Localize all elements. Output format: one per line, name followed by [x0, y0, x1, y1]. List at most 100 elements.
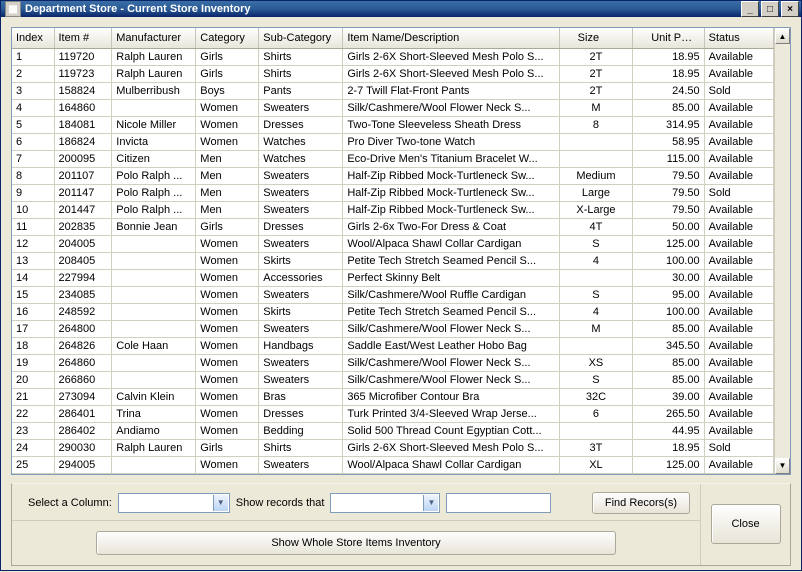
- cell[interactable]: 23: [12, 422, 54, 439]
- cell[interactable]: 200095: [54, 150, 112, 167]
- cell[interactable]: 208405: [54, 252, 112, 269]
- cell[interactable]: Available: [704, 286, 773, 303]
- cell[interactable]: S: [559, 286, 633, 303]
- cell[interactable]: Girls: [196, 439, 259, 456]
- scroll-up-button[interactable]: ▲: [775, 28, 790, 44]
- cell[interactable]: 201107: [54, 167, 112, 184]
- table-row[interactable]: 24290030Ralph LaurenGirlsShirtsGirls 2-6…: [12, 439, 774, 456]
- cell[interactable]: X-Large: [559, 201, 633, 218]
- cell[interactable]: 2: [12, 65, 54, 82]
- cell[interactable]: Men: [196, 167, 259, 184]
- cell[interactable]: Women: [196, 422, 259, 439]
- cell[interactable]: Women: [196, 371, 259, 388]
- cell[interactable]: Shirts: [259, 65, 343, 82]
- cell[interactable]: Girls 2-6X Short-Sleeved Mesh Polo S...: [343, 48, 559, 65]
- cell[interactable]: 25: [12, 456, 54, 473]
- cell[interactable]: Women: [196, 303, 259, 320]
- cell[interactable]: 100.00: [633, 252, 704, 269]
- table-row[interactable]: 19264860WomenSweatersSilk/Cashmere/Wool …: [12, 354, 774, 371]
- col-header-itemno[interactable]: Item #: [54, 28, 112, 48]
- cell[interactable]: 14: [12, 269, 54, 286]
- inventory-grid[interactable]: Index Item # Manufacturer Category Sub-C…: [11, 27, 791, 475]
- cell[interactable]: 264860: [54, 354, 112, 371]
- cell[interactable]: Sweaters: [259, 167, 343, 184]
- cell[interactable]: Pro Diver Two-tone Watch: [343, 133, 559, 150]
- cell[interactable]: Men: [196, 150, 259, 167]
- col-header-manufacturer[interactable]: Manufacturer: [112, 28, 196, 48]
- cell[interactable]: Available: [704, 303, 773, 320]
- cell[interactable]: Solid 500 Thread Count Egyptian Cott...: [343, 422, 559, 439]
- filter-value-input[interactable]: [446, 493, 551, 513]
- cell[interactable]: Available: [704, 235, 773, 252]
- cell[interactable]: 365 Microfiber Contour Bra: [343, 388, 559, 405]
- cell[interactable]: 20: [12, 371, 54, 388]
- table-row[interactable]: 22286401TrinaWomenDressesTurk Printed 3/…: [12, 405, 774, 422]
- cell[interactable]: 10: [12, 201, 54, 218]
- cell[interactable]: Nicole Miller: [112, 116, 196, 133]
- cell[interactable]: Citizen: [112, 150, 196, 167]
- cell[interactable]: 227994: [54, 269, 112, 286]
- cell[interactable]: 264800: [54, 320, 112, 337]
- cell[interactable]: Eco-Drive Men's Titanium Bracelet W...: [343, 150, 559, 167]
- vertical-scrollbar[interactable]: ▲ ▼: [774, 28, 790, 474]
- table-row[interactable]: 3158824MulberribushBoysPants2-7 Twill Fl…: [12, 82, 774, 99]
- table-row[interactable]: 7200095CitizenMenWatchesEco-Drive Men's …: [12, 150, 774, 167]
- cell[interactable]: 16: [12, 303, 54, 320]
- cell[interactable]: 158824: [54, 82, 112, 99]
- cell[interactable]: Sweaters: [259, 371, 343, 388]
- table-row[interactable]: 15234085WomenSweatersSilk/Cashmere/Wool …: [12, 286, 774, 303]
- cell[interactable]: 1: [12, 48, 54, 65]
- cell[interactable]: 290030: [54, 439, 112, 456]
- cell[interactable]: Available: [704, 456, 773, 473]
- cell[interactable]: 164860: [54, 99, 112, 116]
- cell[interactable]: Silk/Cashmere/Wool Flower Neck S...: [343, 320, 559, 337]
- select-column-combo[interactable]: ▼: [118, 493, 230, 513]
- cell[interactable]: 4: [559, 252, 633, 269]
- cell[interactable]: Women: [196, 388, 259, 405]
- scroll-down-button[interactable]: ▼: [775, 458, 790, 474]
- cell[interactable]: Bedding: [259, 422, 343, 439]
- cell[interactable]: 17: [12, 320, 54, 337]
- cell[interactable]: [112, 303, 196, 320]
- cell[interactable]: 2-7 Twill Flat-Front Pants: [343, 82, 559, 99]
- cell[interactable]: 6: [12, 133, 54, 150]
- cell[interactable]: 100.00: [633, 303, 704, 320]
- cell[interactable]: Petite Tech Stretch Seamed Pencil S...: [343, 303, 559, 320]
- cell[interactable]: 39.00: [633, 388, 704, 405]
- cell[interactable]: Watches: [259, 133, 343, 150]
- cell[interactable]: 4T: [559, 218, 633, 235]
- cell[interactable]: 286402: [54, 422, 112, 439]
- col-header-subcategory[interactable]: Sub-Category: [259, 28, 343, 48]
- cell[interactable]: Available: [704, 167, 773, 184]
- table-row[interactable]: 10201447Polo Ralph ...MenSweatersHalf-Zi…: [12, 201, 774, 218]
- table-row[interactable]: 5184081Nicole MillerWomenDressesTwo-Tone…: [12, 116, 774, 133]
- cell[interactable]: S: [559, 371, 633, 388]
- cell[interactable]: Available: [704, 371, 773, 388]
- cell[interactable]: Ralph Lauren: [112, 439, 196, 456]
- cell[interactable]: 9: [12, 184, 54, 201]
- cell[interactable]: [112, 371, 196, 388]
- cell[interactable]: 125.00: [633, 456, 704, 473]
- cell[interactable]: Available: [704, 116, 773, 133]
- table-row[interactable]: 17264800WomenSweatersSilk/Cashmere/Wool …: [12, 320, 774, 337]
- cell[interactable]: Invicta: [112, 133, 196, 150]
- cell[interactable]: 32C: [559, 388, 633, 405]
- cell[interactable]: 248592: [54, 303, 112, 320]
- cell[interactable]: Available: [704, 337, 773, 354]
- table-row[interactable]: 13208405WomenSkirtsPetite Tech Stretch S…: [12, 252, 774, 269]
- table-row[interactable]: 21273094Calvin KleinWomenBras365 Microfi…: [12, 388, 774, 405]
- col-header-index[interactable]: Index: [12, 28, 54, 48]
- cell[interactable]: Accessories: [259, 269, 343, 286]
- cell[interactable]: 11: [12, 218, 54, 235]
- cell[interactable]: M: [559, 320, 633, 337]
- cell[interactable]: Available: [704, 320, 773, 337]
- find-records-button[interactable]: Find Recors(s): [592, 492, 690, 514]
- cell[interactable]: 119723: [54, 65, 112, 82]
- cell[interactable]: [112, 99, 196, 116]
- cell[interactable]: [559, 269, 633, 286]
- cell[interactable]: Sweaters: [259, 456, 343, 473]
- cell[interactable]: Two-Tone Sleeveless Sheath Dress: [343, 116, 559, 133]
- cell[interactable]: Petite Tech Stretch Seamed Pencil S...: [343, 252, 559, 269]
- cell[interactable]: Calvin Klein: [112, 388, 196, 405]
- maximize-button[interactable]: □: [761, 1, 779, 17]
